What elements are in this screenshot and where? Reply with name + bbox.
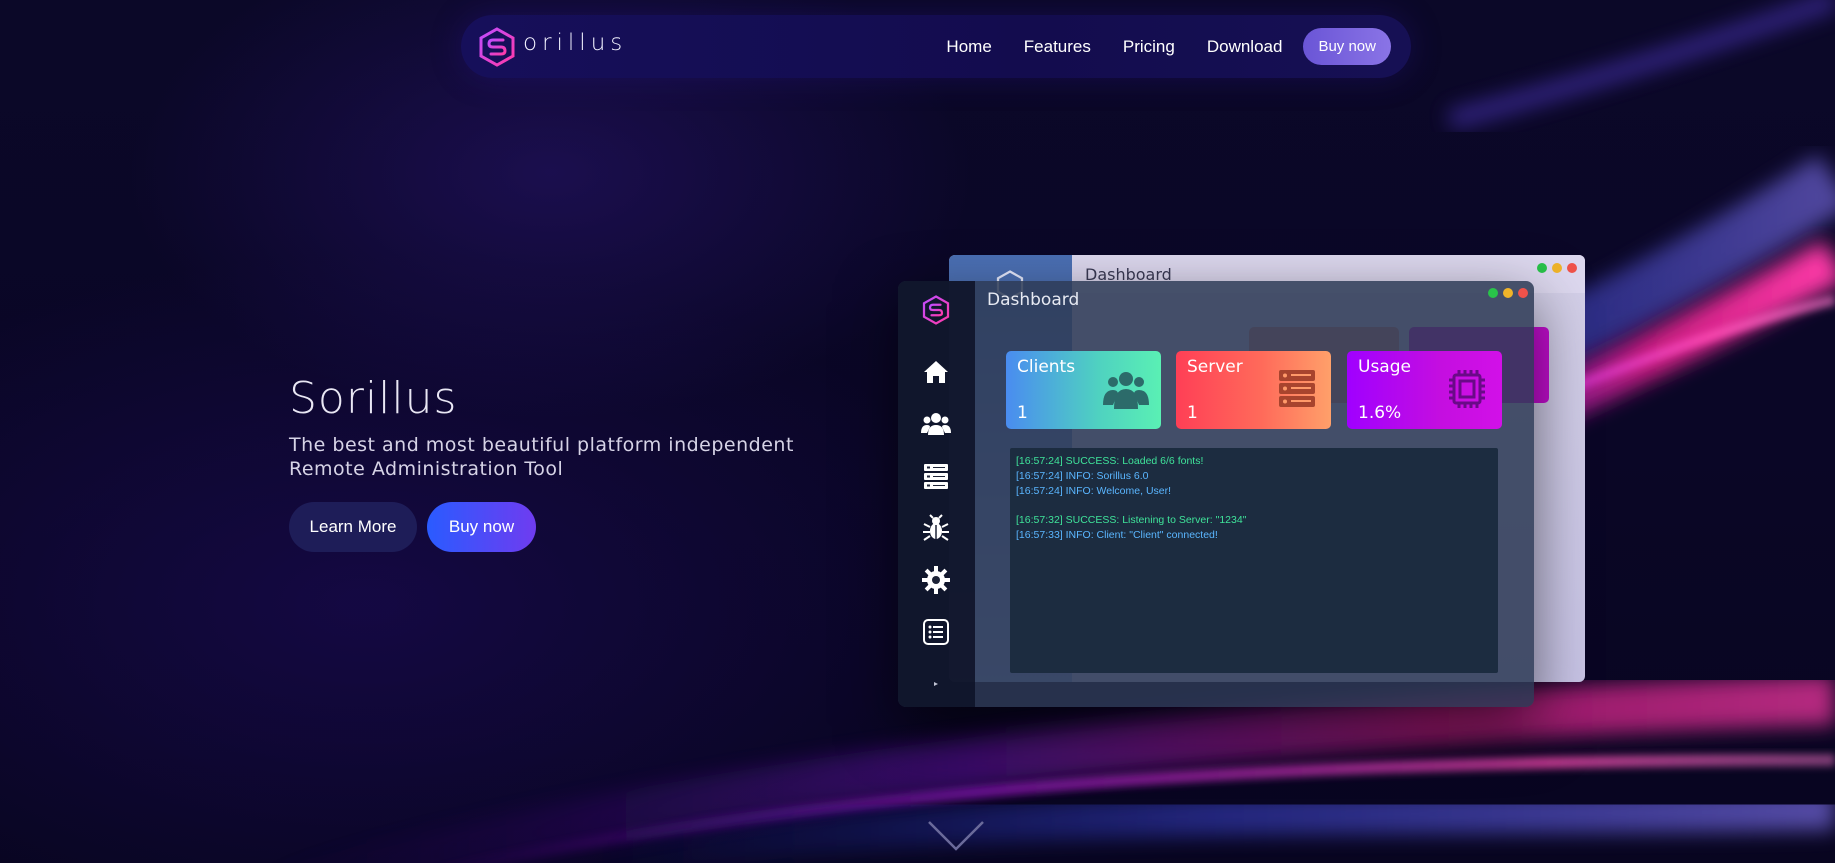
nav-link-features[interactable]: Features bbox=[1024, 37, 1091, 57]
minimize-dot-icon[interactable] bbox=[1503, 288, 1513, 298]
log-line: [16:57:24] INFO: Sorillus 6.0 bbox=[1016, 469, 1149, 482]
log-line: [16:57:24] INFO: Welcome, User! bbox=[1016, 484, 1172, 497]
log-console[interactable]: [16:57:24] SUCCESS: Loaded 6/6 fonts! [1… bbox=[1010, 448, 1498, 673]
nav-link-download[interactable]: Download bbox=[1207, 37, 1283, 57]
app-screenshot-front: Dashboard Clients 1 Server 1 Usage 1.6% … bbox=[898, 281, 1534, 707]
nav-link-home[interactable]: Home bbox=[946, 37, 991, 57]
stat-card-value: 1 bbox=[1187, 403, 1198, 423]
learn-more-button[interactable]: Learn More bbox=[289, 502, 417, 552]
app-window-title: Dashboard bbox=[987, 290, 1080, 310]
expand-icon[interactable] bbox=[921, 669, 951, 699]
sorillus-logo-icon[interactable] bbox=[478, 27, 516, 67]
nav-link-pricing[interactable]: Pricing bbox=[1123, 37, 1175, 57]
app-sidebar bbox=[898, 281, 975, 707]
stat-card-label: Clients bbox=[1017, 357, 1076, 377]
cpu-icon bbox=[1449, 370, 1485, 408]
app-window-controls bbox=[1483, 288, 1528, 298]
maximize-dot-icon bbox=[1537, 263, 1547, 273]
nav-buy-button[interactable]: Buy now bbox=[1303, 28, 1391, 65]
nav-links: Home Features Pricing Download Buy now bbox=[946, 28, 1391, 65]
stat-card-clients[interactable]: Clients 1 bbox=[1006, 351, 1161, 429]
app-logo-icon[interactable] bbox=[921, 295, 951, 325]
brand-name[interactable]: orillus bbox=[523, 30, 627, 56]
log-line: [16:57:32] SUCCESS: Listening to Server:… bbox=[1016, 514, 1247, 527]
stat-card-value: 1 bbox=[1017, 403, 1028, 423]
stat-card-label: Usage bbox=[1358, 357, 1411, 377]
hero-subtitle-line-2: Remote Administration Tool bbox=[289, 458, 564, 480]
server-icon bbox=[1279, 370, 1315, 407]
back-window-controls bbox=[1532, 263, 1577, 273]
hero-subtitle: The best and most beautiful platform ind… bbox=[289, 433, 809, 481]
hero-buy-button[interactable]: Buy now bbox=[427, 502, 536, 552]
server-icon[interactable] bbox=[921, 461, 951, 491]
close-dot-icon[interactable] bbox=[1518, 288, 1528, 298]
list-icon[interactable] bbox=[921, 617, 951, 647]
minimize-dot-icon bbox=[1552, 263, 1562, 273]
hero-title: Sorillus bbox=[289, 373, 458, 424]
log-line: [16:57:33] INFO: Client: "Client" connec… bbox=[1016, 528, 1218, 541]
users-icon bbox=[1103, 372, 1149, 409]
top-navbar: orillus Home Features Pricing Download B… bbox=[461, 15, 1411, 78]
home-icon[interactable] bbox=[921, 357, 951, 387]
maximize-dot-icon[interactable] bbox=[1488, 288, 1498, 298]
log-line: [16:57:24] SUCCESS: Loaded 6/6 fonts! bbox=[1016, 455, 1204, 467]
stat-card-usage[interactable]: Usage 1.6% bbox=[1347, 351, 1502, 429]
stat-card-server[interactable]: Server 1 bbox=[1176, 351, 1331, 429]
hero-subtitle-line-1: The best and most beautiful platform ind… bbox=[289, 434, 794, 456]
close-dot-icon bbox=[1567, 263, 1577, 273]
users-icon[interactable] bbox=[921, 409, 951, 439]
scroll-down-chevron-icon[interactable] bbox=[927, 820, 985, 852]
gear-icon[interactable] bbox=[921, 565, 951, 595]
stat-card-value: 1.6% bbox=[1358, 403, 1402, 423]
bug-icon[interactable] bbox=[921, 513, 951, 543]
stat-card-label: Server bbox=[1187, 357, 1243, 377]
